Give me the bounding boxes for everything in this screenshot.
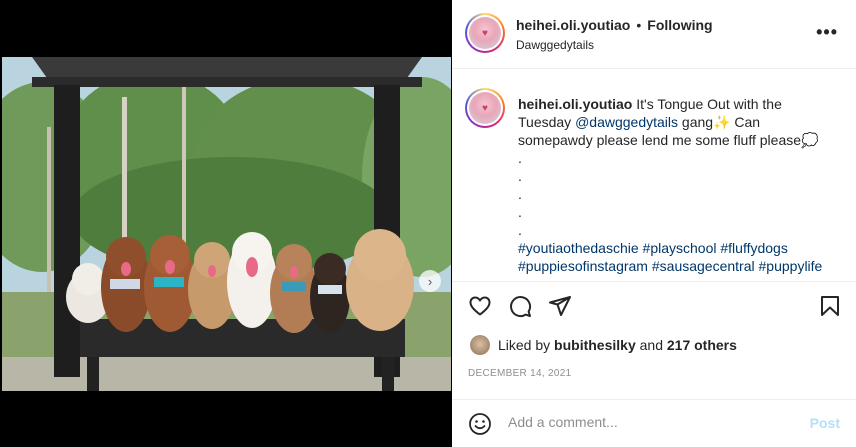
- chevron-right-icon: ›: [427, 273, 433, 289]
- avatar-image: ♥: [469, 17, 501, 49]
- share-button[interactable]: [546, 292, 574, 320]
- liker-avatar[interactable]: [470, 335, 490, 355]
- liked-by-and: and: [639, 337, 663, 353]
- comment-bubble-icon: [510, 296, 532, 318]
- photo-illustration: [2, 57, 451, 391]
- avatar-image: ♥: [469, 92, 501, 124]
- caption-dot: .: [518, 168, 522, 184]
- separator-dot: •: [636, 17, 642, 33]
- hashtag-link[interactable]: #fluffydogs: [720, 240, 787, 256]
- liked-by-prefix: Liked by: [498, 337, 551, 353]
- more-horizontal-icon: •••: [816, 22, 838, 42]
- hashtag-link[interactable]: #playschool: [643, 240, 717, 256]
- caption-dot: .: [518, 222, 522, 238]
- caption-text: heihei.oli.youtiao It's Tongue Out with …: [518, 95, 838, 275]
- post-header: ♥ heihei.oli.youtiao • Following Dawggedyt…: [452, 0, 856, 69]
- liked-by-others[interactable]: 217 others: [667, 337, 737, 353]
- caption-section: ♥ heihei.oli.youtiao It's Tongue Out wit…: [452, 70, 856, 282]
- post-comment-button[interactable]: Post: [810, 415, 840, 431]
- author-avatar[interactable]: ♥: [465, 13, 505, 53]
- emoji-button[interactable]: [468, 412, 492, 436]
- hashtag-link[interactable]: #youtiaothedaschie: [518, 240, 639, 256]
- post-details-panel: ♥ heihei.oli.youtiao • Following Dawggedyt…: [452, 0, 856, 447]
- smiley-icon: [469, 413, 491, 435]
- save-button[interactable]: [816, 292, 844, 320]
- location-link[interactable]: Dawggedytails: [516, 38, 594, 52]
- like-button[interactable]: [466, 292, 494, 320]
- author-username[interactable]: heihei.oli.youtiao: [516, 17, 630, 33]
- caption-dot: .: [518, 150, 522, 166]
- sparkles-emoji-icon: ✨: [713, 114, 731, 130]
- more-options-button[interactable]: •••: [816, 22, 838, 43]
- likes-text: Liked by bubithesilky and 217 others: [498, 337, 737, 353]
- heart-icon: [469, 296, 491, 316]
- liked-by-user[interactable]: bubithesilky: [554, 337, 636, 353]
- comment-button[interactable]: [506, 292, 534, 320]
- hashtag-link[interactable]: #puppylife: [759, 258, 823, 274]
- post-media-area: ›: [0, 0, 452, 447]
- caption-username[interactable]: heihei.oli.youtiao: [518, 96, 632, 112]
- caption-dot: .: [518, 186, 522, 202]
- caption-author-avatar[interactable]: ♥: [465, 88, 505, 128]
- post-date: DECEMBER 14, 2021: [468, 368, 572, 379]
- next-photo-button[interactable]: ›: [419, 270, 441, 292]
- post-photo[interactable]: ›: [2, 57, 451, 391]
- mention-link[interactable]: @dawggedytails: [575, 114, 678, 130]
- following-button[interactable]: Following: [647, 17, 712, 33]
- comment-input[interactable]: [508, 414, 798, 430]
- caption-dot: .: [518, 204, 522, 220]
- caption-text-2: gang: [681, 114, 714, 130]
- comment-bar: Post: [452, 399, 856, 447]
- hashtag-link[interactable]: #sausagecentral: [652, 258, 755, 274]
- action-bar: [452, 292, 856, 322]
- header-user-row: heihei.oli.youtiao • Following: [516, 17, 713, 33]
- likes-summary: Liked by bubithesilky and 217 others: [470, 335, 737, 355]
- speech-bubble-emoji-icon: 💭: [801, 132, 819, 148]
- paper-plane-icon: [549, 296, 571, 316]
- bookmark-icon: [821, 296, 839, 316]
- hashtag-link[interactable]: #puppiesofinstagram: [518, 258, 648, 274]
